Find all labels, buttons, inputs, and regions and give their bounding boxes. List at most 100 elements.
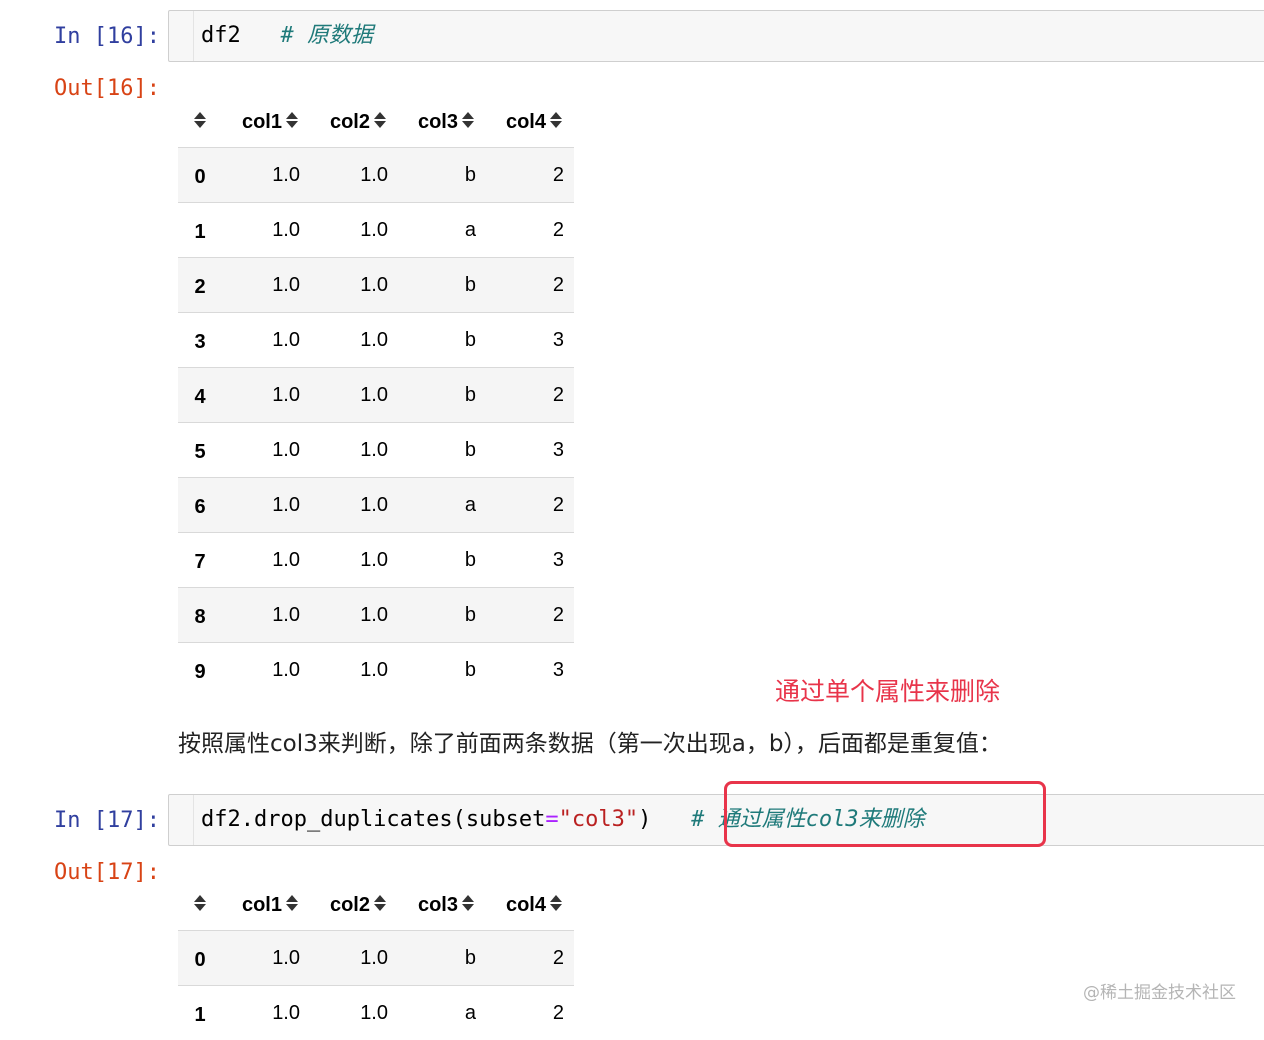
column-label: col1 <box>242 111 282 133</box>
markdown-note: 按照属性col3来判断，除了前面两条数据（第一次出现a，b），后面都是重复值： <box>178 724 1002 758</box>
sort-icon[interactable] <box>374 894 386 912</box>
column-header-col2[interactable]: col2 <box>310 880 398 931</box>
in-prompt-17: In [17]: <box>0 808 160 834</box>
cell-value: 2 <box>486 478 574 533</box>
dataframe-table-17: col1 col2 col3 col4 0 1.0 1.0 b 2 1 1.0 … <box>178 880 574 1040</box>
highlight-box <box>724 781 1046 847</box>
sort-icon[interactable] <box>462 111 474 129</box>
cell-value: 1.0 <box>222 478 310 533</box>
out-prompt-16: Out[16]: <box>0 76 160 102</box>
cell-value: 3 <box>486 533 574 588</box>
sort-icon[interactable] <box>550 111 562 129</box>
cell-value: 2 <box>486 931 574 986</box>
cell-value: 1.0 <box>310 478 398 533</box>
code-text-16[interactable]: df2 # 原数据 <box>201 23 373 49</box>
row-index: 7 <box>178 533 222 588</box>
cell-value: a <box>398 986 486 1040</box>
cell-value: b <box>398 258 486 313</box>
sort-icon[interactable] <box>286 111 298 129</box>
cell-value: 2 <box>486 986 574 1040</box>
cell-value: 1.0 <box>310 643 398 698</box>
cell-value: 2 <box>486 368 574 423</box>
table-row: 6 1.0 1.0 a 2 <box>178 478 574 533</box>
watermark: @稀土掘金技术社区 <box>1083 978 1236 1003</box>
row-index: 0 <box>178 148 222 203</box>
cell-value: 3 <box>486 423 574 478</box>
cell-value: a <box>398 478 486 533</box>
row-index: 8 <box>178 588 222 643</box>
column-header-col3[interactable]: col3 <box>398 97 486 148</box>
table-header-row: col1 col2 col3 col4 <box>178 97 574 148</box>
cell-value: 3 <box>486 643 574 698</box>
cell-value: 2 <box>486 258 574 313</box>
column-label: col2 <box>330 111 370 133</box>
cell-value: 1.0 <box>310 931 398 986</box>
cell-gutter <box>169 795 194 845</box>
cell-value: 1.0 <box>310 986 398 1040</box>
index-header[interactable] <box>178 97 222 148</box>
cell-value: 1.0 <box>222 258 310 313</box>
sort-icon[interactable] <box>286 894 298 912</box>
cell-value: 1.0 <box>310 533 398 588</box>
row-index: 2 <box>178 258 222 313</box>
code-call: df2.drop_duplicates(subset <box>201 807 545 832</box>
table-row: 1 1.0 1.0 a 2 <box>178 986 574 1040</box>
index-header[interactable] <box>178 880 222 931</box>
sort-icon[interactable] <box>194 894 206 912</box>
cell-value: a <box>398 203 486 258</box>
cell-value: 1.0 <box>222 533 310 588</box>
column-header-col4[interactable]: col4 <box>486 880 574 931</box>
column-label: col4 <box>506 111 546 133</box>
sort-icon[interactable] <box>462 894 474 912</box>
cell-value: 1.0 <box>310 148 398 203</box>
cell-value: 1.0 <box>222 643 310 698</box>
cell-value: 1.0 <box>310 588 398 643</box>
column-header-col4[interactable]: col4 <box>486 97 574 148</box>
code-statement: df2 <box>201 23 241 48</box>
cell-value: b <box>398 368 486 423</box>
cell-value: 1.0 <box>222 313 310 368</box>
sort-icon[interactable] <box>550 894 562 912</box>
column-header-col2[interactable]: col2 <box>310 97 398 148</box>
cell-value: b <box>398 423 486 478</box>
dataframe-table-16: col1 col2 col3 col4 0 1.0 1.0 b 2 1 1.0 … <box>178 97 574 697</box>
cell-value: b <box>398 588 486 643</box>
table-row: 3 1.0 1.0 b 3 <box>178 313 574 368</box>
cell-value: 2 <box>486 588 574 643</box>
table-row: 0 1.0 1.0 b 2 <box>178 931 574 986</box>
column-label: col1 <box>242 894 282 916</box>
cell-value: b <box>398 148 486 203</box>
out-prompt-17: Out[17]: <box>0 860 160 886</box>
column-label: col3 <box>418 111 458 133</box>
table-row: 8 1.0 1.0 b 2 <box>178 588 574 643</box>
sort-icon[interactable] <box>194 111 206 129</box>
cell-value: 2 <box>486 203 574 258</box>
cell-gutter <box>169 11 194 61</box>
table-header-row: col1 col2 col3 col4 <box>178 880 574 931</box>
column-label: col4 <box>506 894 546 916</box>
table-row: 0 1.0 1.0 b 2 <box>178 148 574 203</box>
code-input-16[interactable]: df2 # 原数据 <box>168 10 1264 62</box>
sort-icon[interactable] <box>374 111 386 129</box>
column-header-col3[interactable]: col3 <box>398 880 486 931</box>
row-index: 0 <box>178 931 222 986</box>
column-header-col1[interactable]: col1 <box>222 97 310 148</box>
cell-value: b <box>398 643 486 698</box>
row-index: 1 <box>178 986 222 1040</box>
cell-value: 2 <box>486 148 574 203</box>
cell-value: 1.0 <box>310 203 398 258</box>
code-input-17[interactable]: df2.drop_duplicates(subset="col3") # 通过属… <box>168 794 1264 846</box>
cell-value: b <box>398 313 486 368</box>
table-row: 4 1.0 1.0 b 2 <box>178 368 574 423</box>
column-label: col3 <box>418 894 458 916</box>
cell-value: 1.0 <box>310 368 398 423</box>
row-index: 3 <box>178 313 222 368</box>
cell-value: 1.0 <box>310 313 398 368</box>
column-header-col1[interactable]: col1 <box>222 880 310 931</box>
code-close-paren: ) <box>638 807 651 832</box>
cell-value: 1.0 <box>222 203 310 258</box>
cell-value: b <box>398 931 486 986</box>
cell-value: 1.0 <box>310 423 398 478</box>
cell-value: 1.0 <box>222 368 310 423</box>
row-index: 5 <box>178 423 222 478</box>
